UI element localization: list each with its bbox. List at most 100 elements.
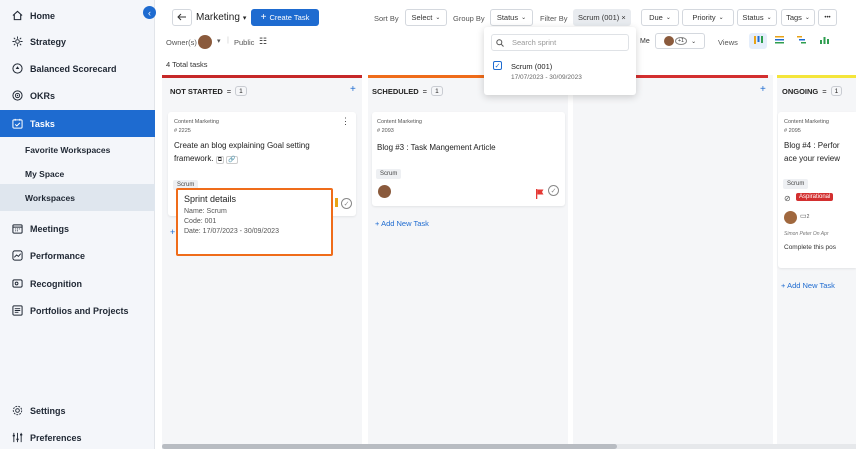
task-id: # 2095	[784, 128, 801, 134]
owner-avatar[interactable]	[198, 35, 212, 49]
gantt-view-icon[interactable]	[797, 36, 806, 46]
sidebar-item-favorite-workspaces[interactable]: Favorite Workspaces	[0, 136, 155, 163]
sort-icon[interactable]: =	[227, 87, 231, 96]
sort-icon[interactable]: =	[423, 87, 427, 96]
complete-check-icon[interactable]: ✓	[548, 185, 559, 196]
filter-chip-sprint[interactable]: Scrum (001) ×	[573, 9, 631, 26]
sprint-dropdown: Search sprint ✓ Scrum (001) 17/07/2023 -…	[484, 27, 636, 95]
task-card[interactable]: Content Marketing # 2093 Blog #3 : Task …	[372, 112, 565, 206]
assignee-avatar[interactable]	[784, 211, 797, 224]
copy-icon[interactable]: ⧉	[215, 156, 225, 164]
performance-icon	[4, 250, 30, 261]
sort-select[interactable]: Select ⌄	[405, 9, 447, 26]
sidebar-item-strategy[interactable]: Strategy	[0, 28, 155, 55]
sidebar-item-meetings[interactable]: Meetings	[0, 215, 155, 242]
sidebar-item-label: Workspaces	[25, 192, 75, 203]
owners-label: Owner(s)	[166, 38, 197, 47]
priority-filter[interactable]: Priority ⌄	[682, 9, 734, 26]
status-label: Status	[742, 13, 764, 22]
sprint-tag[interactable]: Scrum	[376, 162, 402, 180]
sidebar-item-workspaces[interactable]: Workspaces	[0, 184, 155, 211]
sprint-checkbox[interactable]: ✓	[493, 61, 502, 70]
sidebar-item-label: Strategy	[30, 36, 67, 47]
sidebar: Home ‹ Strategy Balanced Scorecard OKRs …	[0, 0, 156, 451]
add-new-task-link[interactable]: + Add New Task	[375, 219, 429, 228]
sidebar-item-preferences[interactable]: Preferences	[0, 424, 155, 451]
assignee-avatar[interactable]	[378, 185, 391, 198]
sprint-search-field[interactable]: Search sprint	[491, 34, 629, 51]
column-title: NOT STARTED	[170, 86, 223, 96]
caret-down-icon[interactable]: ▾	[217, 37, 221, 45]
add-task-plus-icon[interactable]: +	[760, 84, 766, 95]
flag-icon[interactable]	[536, 186, 544, 199]
chevron-down-icon: ⌄	[435, 15, 441, 21]
column-count: 1	[830, 86, 843, 96]
comment-text: Complete this pos	[784, 244, 837, 251]
sidebar-item-my-space[interactable]: My Space	[0, 160, 155, 187]
sidebar-item-tasks[interactable]: Tasks	[0, 110, 155, 137]
board-view-button[interactable]	[749, 33, 767, 49]
comment-icon[interactable]: ▭2	[800, 212, 809, 220]
create-task-button[interactable]: + Create Task	[251, 9, 319, 26]
due-filter[interactable]: Due ⌄	[641, 9, 679, 26]
sidebar-item-label: Portfolios and Projects	[30, 305, 129, 316]
sprint-tag-label: Scrum	[783, 179, 809, 189]
scrollbar-thumb[interactable]	[162, 444, 617, 449]
more-icon: •••	[824, 14, 831, 21]
sidebar-item-performance[interactable]: Performance	[0, 242, 155, 269]
filter-chip-label: Scrum (001) ×	[578, 13, 626, 22]
add-task-plus-icon[interactable]: +	[350, 84, 356, 95]
task-category: Content Marketing	[784, 119, 829, 125]
task-card[interactable]: Content Marketing # 2095 Blog #4 : Perfo…	[778, 112, 856, 268]
filter-by-label: Filter By	[540, 14, 568, 23]
collapse-sidebar-icon[interactable]: ‹	[143, 6, 156, 19]
group-select[interactable]: Status ⌄	[490, 9, 533, 26]
tasks-icon	[4, 118, 30, 129]
tooltip-title: Sprint details	[184, 194, 237, 204]
sidebar-item-okrs[interactable]: OKRs	[0, 82, 155, 109]
sprint-tag[interactable]: Scrum	[783, 172, 809, 190]
tags-label: Tags	[786, 13, 802, 22]
plus-icon: +	[260, 12, 267, 23]
chevron-down-icon: ⌄	[691, 38, 697, 45]
status-filter[interactable]: Status ⌄	[737, 9, 777, 26]
more-vertical-icon[interactable]: ⋮	[341, 116, 350, 127]
search-icon	[496, 34, 504, 52]
add-new-task-link[interactable]: + Add New Task	[781, 281, 835, 290]
add-task-plus-icon[interactable]: +	[170, 227, 175, 237]
sidebar-item-recognition[interactable]: Recognition	[0, 270, 155, 297]
chevron-down-icon: ⌄	[521, 15, 527, 21]
sidebar-item-portfolios-and-projects[interactable]: Portfolios and Projects	[0, 297, 155, 324]
horizontal-scrollbar[interactable]	[162, 444, 856, 449]
strategy-icon	[4, 36, 30, 47]
link-icon[interactable]: 🔗	[226, 156, 238, 164]
column-title: ONGOING	[782, 86, 819, 96]
chart-view-icon[interactable]	[820, 36, 829, 46]
me-label[interactable]: Me	[640, 38, 650, 45]
task-category: Content Marketing	[377, 119, 422, 125]
sidebar-item-balanced-scorecard[interactable]: Balanced Scorecard	[0, 55, 155, 82]
sprint-option-dates: 17/07/2023 - 30/09/2023	[511, 74, 582, 81]
assignee-selector[interactable]: +1 ⌄	[655, 33, 705, 49]
back-button[interactable]	[172, 9, 192, 26]
sprint-option-name[interactable]: Scrum (001)	[511, 62, 552, 71]
list-view-icon[interactable]	[775, 36, 784, 46]
sprint-tag-label: Scrum	[376, 169, 402, 179]
arrow-left-icon	[177, 13, 187, 23]
total-tasks: 4 Total tasks	[166, 60, 208, 69]
sidebar-item-settings[interactable]: Settings	[0, 397, 155, 424]
views-label: Views	[718, 38, 738, 47]
sidebar-item-label: OKRs	[30, 90, 56, 101]
workspace-selector[interactable]: Marketing ▾	[196, 9, 246, 26]
sort-icon[interactable]: =	[822, 87, 826, 96]
divider: |	[227, 35, 229, 44]
column-header: SCHEDULED = 1	[372, 86, 443, 96]
team-icon[interactable]: ☷	[259, 36, 267, 47]
sliders-icon	[4, 432, 30, 443]
sidebar-item-home[interactable]: Home	[0, 2, 155, 29]
group-by-label: Group By	[453, 14, 485, 23]
task-title: Create an blog explaining Goal setting f…	[174, 139, 339, 167]
more-options-button[interactable]: •••	[818, 9, 837, 26]
complete-check-icon[interactable]: ✓	[341, 198, 352, 209]
tags-filter[interactable]: Tags ⌄	[781, 9, 815, 26]
